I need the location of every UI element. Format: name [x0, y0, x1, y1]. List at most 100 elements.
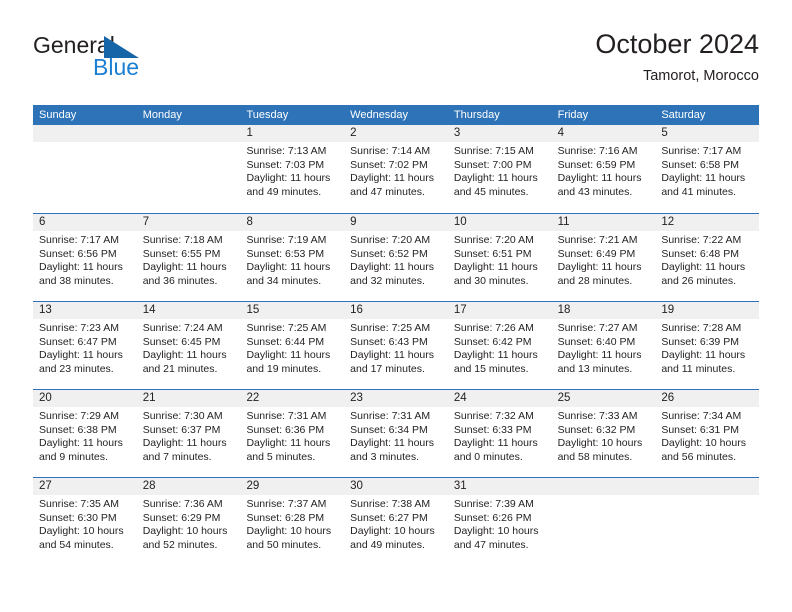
day-cell-14[interactable]: 14 Sunrise: 7:24 AM Sunset: 6:45 PM Dayligh… — [136, 302, 241, 389]
day-cell-11[interactable]: 11 Sunrise: 7:21 AM Sunset: 6:49 PM Dayligh… — [551, 214, 656, 301]
day-info-line: and 5 minutes. — [246, 450, 316, 463]
day-cell-5[interactable]: 5 Sunrise: 7:17 AM Sunset: 6:58 PM Daylight… — [655, 125, 760, 213]
day-info-line: Sunrise: 7:24 AM — [142, 322, 223, 334]
day-info-line: Daylight: 11 hours — [350, 349, 435, 362]
day-info-line: and 19 minutes. — [246, 362, 322, 375]
day-cell-25[interactable]: 25 Sunrise: 7:33 AM Sunset: 6:32 PM Dayligh… — [551, 390, 656, 477]
day-info-line: Sunset: 6:27 PM — [350, 511, 428, 524]
page-subtitle: Tamorot, Morocco — [642, 68, 759, 84]
day-info-line: Sunrise: 7:35 AM — [39, 498, 119, 510]
day-cell-27[interactable]: 27 Sunrise: 7:35 AM Sunset: 6:30 PM Dayligh… — [33, 478, 137, 565]
day-sun-info: Sunrise: 7:31 AM Sunset: 6:36 PM Daylight:… — [240, 407, 344, 464]
day-cell-30[interactable]: 30 Sunrise: 7:38 AM Sunset: 6:27 PM Dayligh… — [344, 478, 448, 565]
day-cell-19[interactable]: 19 Sunrise: 7:28 AM Sunset: 6:39 PM Dayligh… — [655, 302, 760, 389]
day-info-line: Sunrise: 7:34 AM — [661, 410, 742, 422]
day-sun-info: Sunrise: 7:17 AM Sunset: 6:58 PM Daylight:… — [655, 142, 759, 199]
day-number: 24 — [447, 390, 552, 407]
day-info-line: Sunset: 6:40 PM — [557, 335, 636, 348]
calendar-week-row: 1 Sunrise: 7:13 AM Sunset: 7:03 PM Daylight… — [33, 125, 760, 213]
weekday-header-thursday: Thursday — [453, 109, 500, 121]
day-info-line: Sunset: 6:56 PM — [39, 247, 117, 260]
day-number: 15 — [240, 302, 345, 319]
day-number: 5 — [655, 125, 760, 142]
day-number: 10 — [447, 214, 552, 231]
day-info-line: Sunset: 6:52 PM — [350, 247, 428, 260]
day-info-line: Sunset: 6:34 PM — [350, 423, 428, 436]
day-cell-10[interactable]: 10 Sunrise: 7:20 AM Sunset: 6:51 PM Dayligh… — [447, 214, 552, 301]
day-cell-16[interactable]: 16 Sunrise: 7:25 AM Sunset: 6:43 PM Dayligh… — [344, 302, 448, 389]
day-cell-26[interactable]: 26 Sunrise: 7:34 AM Sunset: 6:31 PM Dayligh… — [655, 390, 760, 477]
day-sun-info: Sunrise: 7:30 AM Sunset: 6:37 PM Daylight:… — [137, 407, 241, 464]
day-cell-22[interactable]: 22 Sunrise: 7:31 AM Sunset: 6:36 PM Dayligh… — [240, 390, 345, 477]
day-info-line: Sunset: 6:39 PM — [661, 335, 739, 348]
day-cell-21[interactable]: 21 Sunrise: 7:30 AM Sunset: 6:37 PM Dayligh… — [136, 390, 241, 477]
day-info-line: and 26 minutes. — [661, 274, 737, 287]
day-cell-20[interactable]: 20 Sunrise: 7:29 AM Sunset: 6:38 PM Dayligh… — [33, 390, 137, 477]
day-cell-17[interactable]: 17 Sunrise: 7:26 AM Sunset: 6:42 PM Dayligh… — [447, 302, 552, 389]
day-info-line: Sunset: 6:32 PM — [557, 423, 636, 436]
day-sun-info: Sunrise: 7:31 AM Sunset: 6:34 PM Daylight:… — [344, 407, 448, 464]
day-info-line: and 49 minutes. — [246, 185, 322, 198]
day-info-line: and 49 minutes. — [350, 538, 425, 551]
day-cell-12[interactable]: 12 Sunrise: 7:22 AM Sunset: 6:48 PM Dayligh… — [655, 214, 760, 301]
day-info-line: Sunrise: 7:16 AM — [557, 145, 638, 157]
day-sun-info: Sunrise: 7:25 AM Sunset: 6:44 PM Daylight:… — [240, 319, 344, 376]
day-info-line: Daylight: 11 hours — [557, 349, 642, 362]
day-info-line: Daylight: 10 hours — [453, 525, 539, 538]
day-info-line: and 43 minutes. — [557, 185, 633, 198]
day-info-line: and 50 minutes. — [246, 538, 322, 551]
general-blue-logo[interactable]: General Blue — [33, 32, 253, 88]
day-cell-15[interactable]: 15 Sunrise: 7:25 AM Sunset: 6:44 PM Dayligh… — [240, 302, 345, 389]
day-cell-9[interactable]: 9 Sunrise: 7:20 AM Sunset: 6:52 PM Daylight… — [344, 214, 448, 301]
day-sun-info: Sunrise: 7:35 AM Sunset: 6:30 PM Daylight:… — [33, 495, 137, 552]
day-cell-3[interactable]: 3 Sunrise: 7:15 AM Sunset: 7:00 PM Daylight… — [447, 125, 552, 213]
day-info-line: Sunrise: 7:36 AM — [142, 498, 223, 510]
day-info-line: Daylight: 11 hours — [661, 261, 746, 274]
day-info-line: Daylight: 11 hours — [453, 437, 538, 450]
day-sun-info: Sunrise: 7:29 AM Sunset: 6:38 PM Daylight:… — [33, 407, 137, 464]
day-sun-info: Sunrise: 7:34 AM Sunset: 6:31 PM Daylight:… — [655, 407, 759, 464]
day-info-line: Sunset: 6:53 PM — [246, 247, 325, 260]
day-info-line: Sunset: 6:29 PM — [142, 511, 221, 524]
day-cell-7[interactable]: 7 Sunrise: 7:18 AM Sunset: 6:55 PM Daylight… — [136, 214, 241, 301]
day-info-line: and 9 minutes. — [39, 450, 108, 463]
day-cell-1[interactable]: 1 Sunrise: 7:13 AM Sunset: 7:03 PM Daylight… — [240, 125, 345, 213]
day-info-line: Sunset: 6:45 PM — [142, 335, 221, 348]
day-info-line: and 47 minutes. — [350, 185, 425, 198]
title-block: October 2024 Tamorot, Morocco — [595, 28, 759, 86]
day-info-line: and 47 minutes. — [453, 538, 529, 551]
day-number: 26 — [655, 390, 760, 407]
day-cell-31[interactable]: 31 Sunrise: 7:39 AM Sunset: 6:26 PM Dayligh… — [447, 478, 552, 565]
day-number — [551, 478, 656, 495]
day-number — [33, 125, 137, 142]
day-cell-23[interactable]: 23 Sunrise: 7:31 AM Sunset: 6:34 PM Dayligh… — [344, 390, 448, 477]
day-info-line: Sunrise: 7:17 AM — [661, 145, 742, 157]
day-info-line: and 23 minutes. — [39, 362, 114, 375]
day-info-line: Sunrise: 7:28 AM — [661, 322, 742, 334]
day-info-line: Sunrise: 7:26 AM — [453, 322, 534, 334]
day-info-line: and 52 minutes. — [142, 538, 218, 551]
day-info-line: and 3 minutes. — [350, 450, 420, 463]
day-info-line: Sunset: 6:48 PM — [661, 247, 739, 260]
day-info-line: and 30 minutes. — [453, 274, 529, 287]
day-cell-28[interactable]: 28 Sunrise: 7:36 AM Sunset: 6:29 PM Dayligh… — [136, 478, 241, 565]
weekday-header-row: Sunday Monday Tuesday Wednesday Thursday Frid… — [33, 105, 759, 125]
day-info-line: Sunrise: 7:17 AM — [39, 234, 119, 246]
day-info-line: Daylight: 10 hours — [661, 437, 746, 450]
day-cell-29[interactable]: 29 Sunrise: 7:37 AM Sunset: 6:28 PM Dayligh… — [240, 478, 345, 565]
day-cell-24[interactable]: 24 Sunrise: 7:32 AM Sunset: 6:33 PM Dayligh… — [447, 390, 552, 477]
day-cell-18[interactable]: 18 Sunrise: 7:27 AM Sunset: 6:40 PM Dayligh… — [551, 302, 656, 389]
day-cell-13[interactable]: 13 Sunrise: 7:23 AM Sunset: 6:47 PM Dayligh… — [33, 302, 137, 389]
day-number: 18 — [551, 302, 656, 319]
day-number: 19 — [655, 302, 760, 319]
day-number: 23 — [344, 390, 448, 407]
day-sun-info: Sunrise: 7:17 AM Sunset: 6:56 PM Daylight:… — [33, 231, 137, 288]
day-number: 25 — [551, 390, 656, 407]
day-info-line: Sunrise: 7:25 AM — [246, 322, 327, 334]
day-cell-6[interactable]: 6 Sunrise: 7:17 AM Sunset: 6:56 PM Daylight… — [33, 214, 137, 301]
day-cell-2[interactable]: 2 Sunrise: 7:14 AM Sunset: 7:02 PM Daylight… — [344, 125, 448, 213]
day-cell-8[interactable]: 8 Sunrise: 7:19 AM Sunset: 6:53 PM Daylight… — [240, 214, 345, 301]
day-info-line: Sunset: 6:51 PM — [453, 247, 532, 260]
day-cell-4[interactable]: 4 Sunrise: 7:16 AM Sunset: 6:59 PM Daylight… — [551, 125, 656, 213]
weekday-header-sunday: Sunday — [39, 109, 77, 121]
